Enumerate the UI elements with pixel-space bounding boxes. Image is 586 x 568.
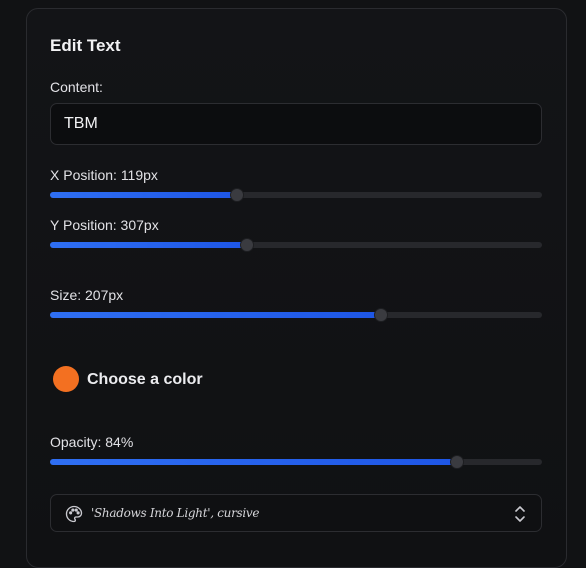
size-slider[interactable] xyxy=(50,305,542,325)
opacity-slider[interactable] xyxy=(50,452,542,472)
size-label: Size: 207px xyxy=(50,287,124,303)
slider-thumb[interactable] xyxy=(229,188,244,202)
opacity-label: Opacity: 84% xyxy=(50,434,134,450)
palette-icon xyxy=(65,505,83,523)
content-label: Content: xyxy=(50,79,103,95)
x-position-label: X Position: 119px xyxy=(50,167,158,183)
y-position-label: Y Position: 307px xyxy=(50,217,159,233)
slider-thumb[interactable] xyxy=(239,238,254,252)
slider-thumb[interactable] xyxy=(374,308,389,322)
slider-thumb[interactable] xyxy=(450,455,465,469)
font-select-value: 'Shadows Into Light', cursive xyxy=(91,506,260,520)
y-position-slider[interactable] xyxy=(50,235,542,255)
font-family-select[interactable]: 'Shadows Into Light', cursive xyxy=(50,494,542,532)
slider-fill xyxy=(50,192,237,198)
content-input[interactable] xyxy=(50,103,542,145)
slider-fill xyxy=(50,459,458,465)
x-position-slider[interactable] xyxy=(50,185,542,205)
choose-color-label[interactable]: Choose a color xyxy=(87,371,203,389)
color-swatch-button[interactable] xyxy=(53,366,79,392)
panel-title: Edit Text xyxy=(50,36,121,55)
slider-fill xyxy=(50,242,247,248)
chevrons-up-down-icon xyxy=(515,506,525,522)
slider-fill xyxy=(50,312,382,318)
